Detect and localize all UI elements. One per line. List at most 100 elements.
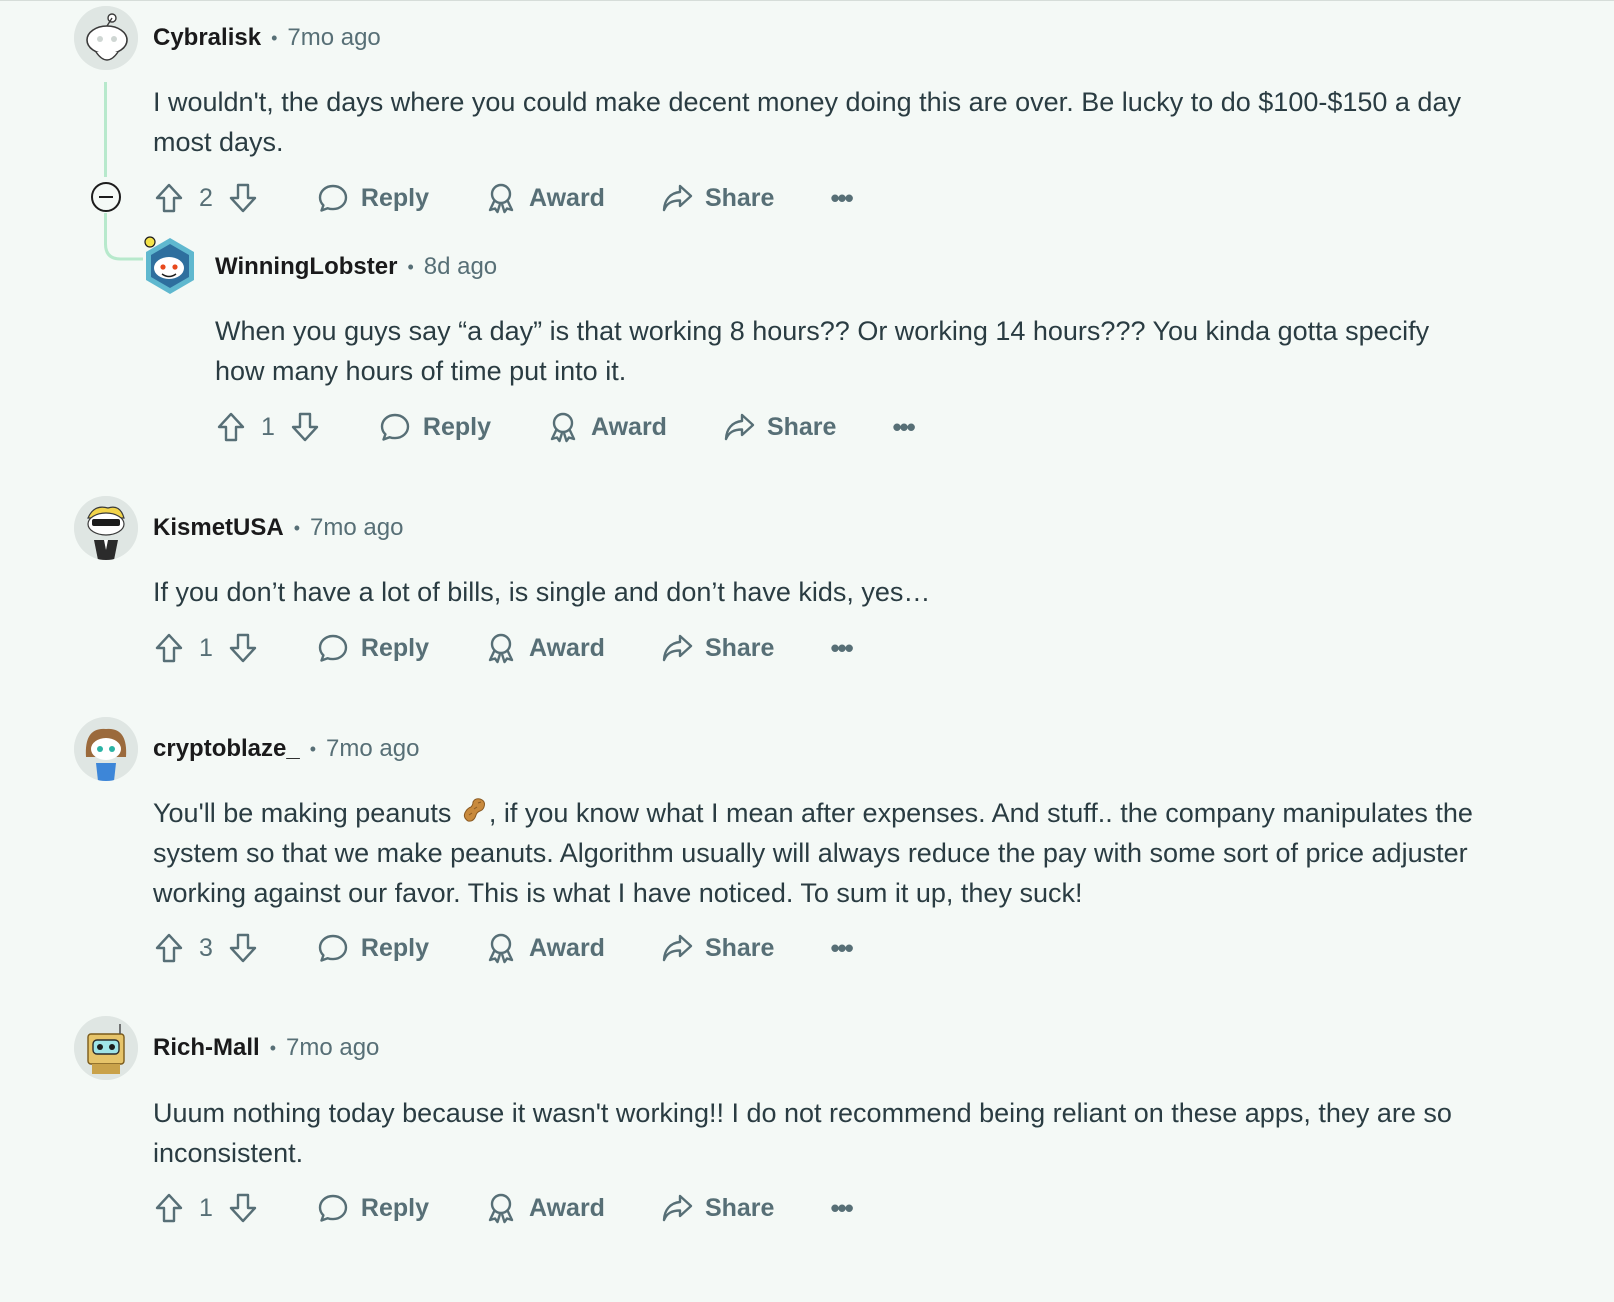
comment-body: I wouldn't, the days where you could mak… [153,87,1461,157]
vote-count: 2 [199,183,213,212]
reply-button[interactable]: Reply [317,1192,429,1224]
upvote-button[interactable] [153,182,185,214]
share-icon [661,632,693,664]
timestamp[interactable]: 7mo ago [326,735,419,763]
share-label: Share [704,933,775,962]
avatar[interactable] [74,6,138,70]
author-name[interactable]: Rich-Mall [153,1034,260,1062]
timestamp[interactable]: 8d ago [424,253,497,281]
downvote-icon [227,182,259,214]
share-icon [661,1192,693,1224]
meta-separator: • [293,517,301,538]
award-label: Award [591,412,667,441]
reply-label: Reply [360,933,429,962]
reply-icon [317,1192,349,1224]
award-icon [485,932,517,964]
award-label: Award [529,633,605,662]
comment-text: You'll be making peanuts [153,798,459,828]
author-name[interactable]: WinningLobster [215,253,397,281]
avatar[interactable] [74,1016,138,1080]
meta-separator: • [407,256,414,277]
downvote-button[interactable] [289,411,321,443]
comment-body: You'll be making peanuts , if you know w… [153,793,1493,913]
share-button[interactable]: Share [661,1192,774,1224]
share-button[interactable]: Share [661,932,774,964]
avatar[interactable] [74,717,138,781]
reply-button[interactable]: Reply [379,411,491,443]
upvote-button[interactable] [215,411,247,443]
reply-icon [379,411,411,443]
author-name[interactable]: KismetUSA [153,514,284,542]
reply-label: Reply [360,1193,429,1222]
award-button[interactable]: Award [485,182,605,214]
award-label: Award [529,183,605,212]
avatar[interactable] [138,234,202,298]
reply-button[interactable]: Reply [317,632,429,664]
timestamp[interactable]: 7mo ago [286,1034,379,1062]
reply-button[interactable]: Reply [317,932,429,964]
comment-actions: 1 Reply Award Share ••• [215,407,916,447]
comment-meta: WinningLobster • 8d ago [215,253,497,281]
author-name[interactable]: Cybralisk [153,24,261,52]
downvote-button[interactable] [227,1192,259,1224]
downvote-button[interactable] [227,182,259,214]
more-options-button[interactable]: ••• [830,933,853,964]
author-name[interactable]: cryptoblaze_ [153,735,300,763]
award-button[interactable]: Award [485,1192,605,1224]
award-button[interactable]: Award [485,632,605,664]
more-options-button[interactable]: ••• [892,412,915,443]
award-button[interactable]: Award [485,932,605,964]
share-button[interactable]: Share [661,632,774,664]
award-label: Award [529,1193,605,1222]
upvote-icon [153,182,185,214]
meta-separator: • [271,27,278,48]
comment-body: If you don’t have a lot of bills, is sin… [153,577,931,607]
share-icon [661,932,693,964]
meta-separator: • [269,1037,276,1058]
timestamp[interactable]: 7mo ago [310,514,403,542]
share-icon [723,411,755,443]
comment-actions: 1 Reply Award Share ••• [153,1188,854,1228]
comment-body: When you guys say “a day” is that workin… [215,316,1430,386]
comment-actions: 2 Reply Award Share ••• [153,178,854,218]
comment-meta: KismetUSA • 7mo ago [153,514,403,542]
more-options-button[interactable]: ••• [830,1193,853,1224]
upvote-icon [215,411,247,443]
share-label: Share [704,633,775,662]
upvote-icon [153,1192,185,1224]
thread-branch [104,238,143,261]
timestamp[interactable]: 7mo ago [287,24,380,52]
comment-actions: 1 Reply Award Share ••• [153,628,854,668]
comment-meta: Cybralisk • 7mo ago [153,24,381,52]
award-icon [485,182,517,214]
collapse-icon[interactable] [91,182,121,212]
top-divider [0,0,1614,1]
downvote-icon [227,1192,259,1224]
reply-label: Reply [360,183,429,212]
reply-button[interactable]: Reply [317,182,429,214]
reply-label: Reply [422,412,491,441]
meta-separator: • [309,738,317,759]
more-options-button[interactable]: ••• [830,183,853,214]
upvote-button[interactable] [153,632,185,664]
downvote-icon [227,932,259,964]
more-options-button[interactable]: ••• [830,633,853,664]
reply-icon [317,182,349,214]
upvote-icon [153,932,185,964]
reply-label: Reply [360,633,429,662]
thread-line[interactable] [104,82,107,177]
share-button[interactable]: Share [723,411,836,443]
avatar[interactable] [74,496,138,560]
reply-icon [317,932,349,964]
comment-body: Uuum nothing today because it wasn't wor… [153,1098,1452,1168]
downvote-button[interactable] [227,932,259,964]
reply-icon [317,632,349,664]
downvote-button[interactable] [227,632,259,664]
vote-count: 1 [199,1193,213,1222]
upvote-button[interactable] [153,1192,185,1224]
vote-count: 1 [199,633,213,662]
downvote-icon [227,632,259,664]
upvote-button[interactable] [153,932,185,964]
award-button[interactable]: Award [547,411,667,443]
share-button[interactable]: Share [661,182,774,214]
